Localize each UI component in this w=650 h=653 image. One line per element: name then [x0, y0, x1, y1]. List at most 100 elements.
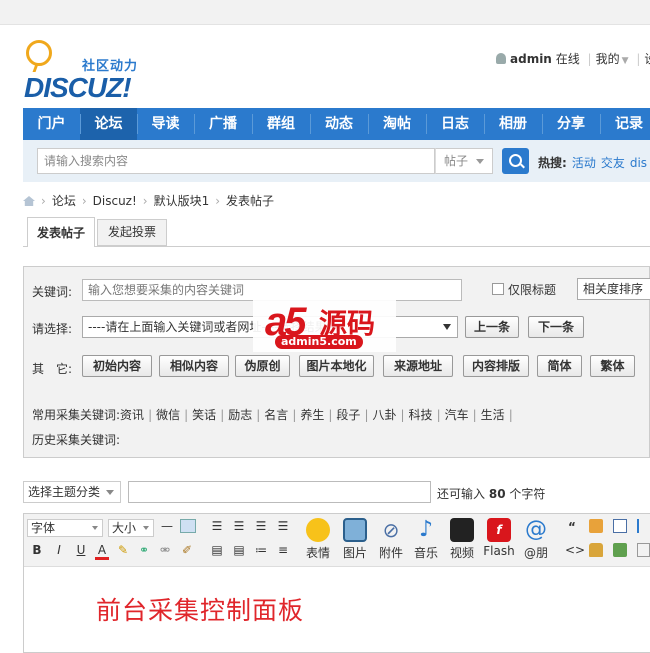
keyword-separator: | — [220, 408, 225, 422]
title-only-option[interactable]: 仅限标题 — [492, 281, 556, 298]
clear-format-icon[interactable]: ✐ — [180, 543, 194, 557]
nav-divider — [194, 114, 195, 134]
free-content-icon[interactable] — [589, 519, 603, 533]
flash-button[interactable]: f Flash — [483, 518, 515, 558]
link-icon[interactable]: ⚭ — [137, 543, 151, 557]
history-keywords-label: 历史采集关键词: — [32, 433, 121, 447]
tab-start-poll[interactable]: 发起投票 — [97, 219, 167, 246]
font-family-select[interactable]: 字体 — [27, 519, 103, 537]
breadcrumb-item[interactable]: 默认版块1 — [154, 194, 210, 208]
table-icon[interactable] — [180, 519, 196, 533]
breadcrumb-item[interactable]: 论坛 — [52, 194, 76, 208]
quote-icon[interactable]: “ — [565, 520, 579, 534]
divider: | — [636, 52, 641, 66]
collector-tool-button[interactable]: 内容排版 — [463, 355, 529, 377]
music-button[interactable]: ♪ 音乐 — [411, 518, 441, 561]
hot-search-item[interactable]: dis — [630, 156, 647, 170]
font-color-icon[interactable]: A — [95, 543, 109, 560]
breadcrumb-item[interactable]: Discuz! — [93, 194, 137, 208]
next-button[interactable]: 下一条 — [528, 316, 584, 338]
common-keyword-link[interactable]: 名言 — [264, 408, 288, 422]
common-keyword-link[interactable]: 养生 — [300, 408, 324, 422]
collector-tool-button[interactable]: 简体 — [537, 355, 582, 377]
video-button[interactable]: 视频 — [447, 518, 477, 561]
subject-input[interactable] — [128, 481, 431, 503]
index-icon[interactable] — [637, 519, 650, 533]
float-right-icon[interactable]: ▤ — [232, 543, 246, 557]
common-keyword-link[interactable]: 科技 — [409, 408, 433, 422]
float-left-icon[interactable]: ▤ — [210, 543, 224, 557]
code-icon[interactable]: <> — [565, 543, 585, 557]
align-justify-icon[interactable]: ☰ — [276, 519, 290, 533]
collector-tool-button[interactable]: 伪原创 — [235, 355, 290, 377]
prev-button[interactable]: 上一条 — [465, 316, 519, 338]
my-menu[interactable]: 我的 — [596, 52, 620, 66]
collector-tool-button[interactable]: 初始内容 — [82, 355, 152, 377]
hot-search-item[interactable]: 交友 — [601, 156, 625, 170]
common-keyword-link[interactable]: 励志 — [228, 408, 252, 422]
common-keyword-link[interactable]: 汽车 — [445, 408, 469, 422]
page-icon[interactable] — [613, 519, 627, 533]
nav-item[interactable]: 论坛 — [80, 108, 137, 140]
nav-item[interactable]: 门户 — [23, 108, 80, 140]
nav-divider — [600, 114, 601, 134]
logo[interactable]: DISCUZ! — [24, 72, 132, 104]
highlight-icon[interactable]: ✎ — [116, 543, 130, 557]
common-keyword-link[interactable]: 资讯 — [120, 408, 144, 422]
nav-item[interactable]: 导读 — [137, 108, 194, 140]
editor-content[interactable]: 前台采集控制面板 — [96, 591, 304, 627]
unlink-icon[interactable]: ⚮ — [158, 543, 172, 557]
italic-icon[interactable]: I — [53, 543, 65, 557]
underline-icon[interactable]: U — [75, 543, 87, 557]
topic-category-select[interactable]: 选择主题分类 — [23, 481, 121, 503]
a5-watermark: a5 源码 admin5.com — [253, 300, 396, 352]
align-center-icon[interactable]: ☰ — [232, 519, 246, 533]
sort-select[interactable]: 相关度排序 — [577, 278, 650, 300]
common-keyword-link[interactable]: 生活 — [481, 408, 505, 422]
title-only-label: 仅限标题 — [508, 283, 557, 297]
search-button[interactable] — [502, 148, 529, 174]
nav-item[interactable]: 群组 — [252, 108, 310, 140]
breadcrumb-separator: › — [81, 194, 87, 208]
keyword-input[interactable]: 输入您想要采集的内容关键词 — [82, 279, 462, 301]
emoticon-button[interactable]: 表情 — [302, 518, 334, 561]
nav-item[interactable]: 淘帖 — [368, 108, 426, 140]
nav-item[interactable]: 相册 — [484, 108, 542, 140]
password-icon[interactable] — [613, 543, 627, 557]
font-size-select[interactable]: 大小 — [108, 519, 154, 537]
common-keyword-link[interactable]: 八卦 — [372, 408, 396, 422]
horizontal-rule-icon[interactable]: — — [160, 519, 174, 533]
lock-icon[interactable] — [589, 543, 603, 557]
hot-search-item[interactable]: 活动 — [572, 156, 596, 170]
flash-label: Flash — [483, 544, 515, 558]
nav-item[interactable]: 记录 — [600, 108, 650, 140]
nav-item[interactable]: 广播 — [194, 108, 252, 140]
attachment-label: 附件 — [378, 546, 403, 560]
more-icon[interactable] — [637, 543, 650, 557]
search-input[interactable]: 请输入搜索内容 — [37, 148, 435, 174]
collector-tool-button[interactable]: 相似内容 — [159, 355, 229, 377]
unordered-list-icon[interactable]: ≡ — [276, 543, 290, 557]
nav-item[interactable]: 分享 — [542, 108, 600, 140]
mention-button[interactable]: @ @朋 — [521, 518, 551, 561]
home-icon[interactable] — [23, 196, 35, 206]
common-keyword-link[interactable]: 段子 — [336, 408, 360, 422]
attachment-button[interactable]: ⊘ 附件 — [376, 518, 406, 561]
tab-post-thread[interactable]: 发表帖子 — [27, 217, 95, 247]
common-keyword-link[interactable]: 微信 — [156, 408, 180, 422]
collector-tool-button[interactable]: 来源地址 — [383, 355, 453, 377]
ordered-list-icon[interactable]: ≔ — [254, 543, 268, 557]
nav-item[interactable]: 日志 — [426, 108, 484, 140]
image-button[interactable]: 图片 — [340, 518, 370, 561]
align-right-icon[interactable]: ☰ — [254, 519, 268, 533]
collector-tool-button[interactable]: 图片本地化 — [299, 355, 374, 377]
title-only-checkbox[interactable] — [492, 283, 504, 295]
nav-item[interactable]: 动态 — [310, 108, 368, 140]
username-link[interactable]: admin — [510, 52, 552, 66]
align-left-icon[interactable]: ☰ — [210, 519, 224, 533]
bold-icon[interactable]: B — [31, 543, 43, 557]
search-type-select[interactable]: 帖子 — [435, 148, 493, 174]
common-keyword-link[interactable]: 笑话 — [192, 408, 216, 422]
settings-link[interactable]: 设 — [644, 52, 650, 66]
collector-tool-button[interactable]: 繁体 — [590, 355, 635, 377]
